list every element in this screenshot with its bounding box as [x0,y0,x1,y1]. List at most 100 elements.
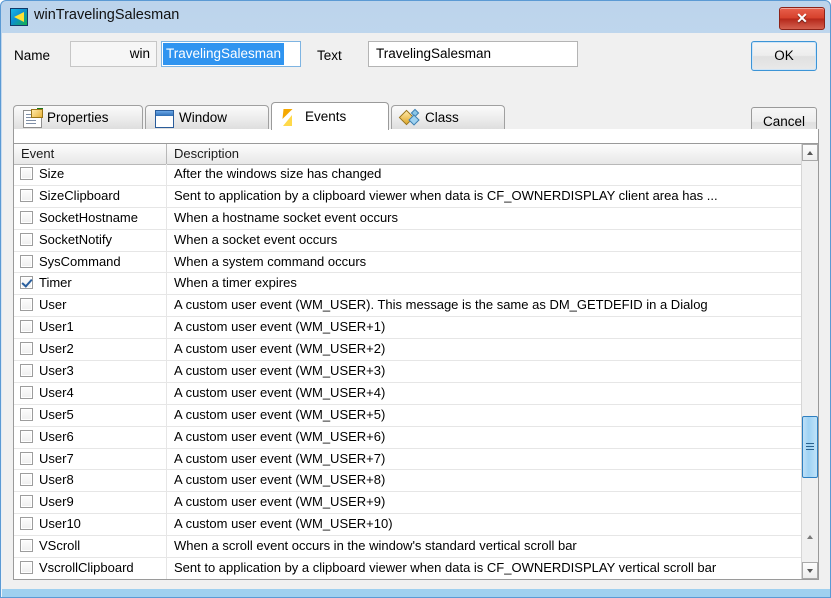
tab-events[interactable]: Events [271,102,389,130]
row-event-name: User7 [39,450,74,466]
row-event-name: User4 [39,384,74,400]
row-event-name: User2 [39,341,74,357]
table-row[interactable]: SizeClipboard Sent to application by a cl… [14,185,802,208]
table-row[interactable]: User9 A custom user event (WM_USER+9) [14,492,802,515]
row-description: A custom user event (WM_USER+3) [174,363,386,379]
row-description: A custom user event (WM_USER+8) [174,472,386,488]
row-checkbox[interactable] [20,210,33,224]
scroll-up-icon[interactable] [802,144,818,161]
table-row[interactable]: Size After the windows size has changed [14,164,802,186]
row-description: A custom user event (WM_USER+6) [174,428,386,444]
table-row[interactable]: SysCommand When a system command occurs [14,251,802,274]
window-icon [155,110,174,128]
window-title: winTravelingSalesman [34,7,180,23]
ok-button[interactable]: OK [751,41,817,71]
dialog-client-area: Name win TravelingSalesman Text Travelin… [2,33,830,590]
table-row[interactable]: User3 A custom user event (WM_USER+3) [14,361,802,383]
row-event-name: User5 [39,406,74,422]
table-row[interactable]: User10 A custom user event (WM_USER+10) [14,514,802,537]
row-event-name: Timer [39,275,72,291]
row-checkbox[interactable] [20,473,33,487]
scrollbar-thumb[interactable] [802,416,818,478]
row-description: After the windows size has changed [174,166,382,181]
row-description: Sent to application by a clipboard viewe… [174,560,717,576]
row-event-name: SocketNotify [39,231,112,247]
close-button[interactable]: ✕ [779,7,825,30]
name-input-selected-text: TravelingSalesman [163,43,285,65]
tab-window[interactable]: Window [145,105,269,129]
table-row[interactable]: User7 A custom user event (WM_USER+7) [14,448,802,471]
row-checkbox[interactable] [20,451,33,465]
scroll-down-icon[interactable] [802,562,818,579]
grid-vertical-scrollbar[interactable] [801,144,818,579]
row-description: A custom user event (WM_USER). This mess… [174,297,708,313]
row-checkbox[interactable] [20,561,33,575]
grid-header: Event Description [14,144,818,165]
row-event-name: User9 [39,494,74,510]
close-icon: ✕ [796,10,808,26]
row-checkbox[interactable] [20,298,33,312]
table-row[interactable]: VscrollClipboard Sent to application by a… [14,558,802,579]
table-row[interactable]: VScroll When a scroll event occurs in the… [14,536,802,559]
table-row[interactable]: User2 A custom user event (WM_USER+2) [14,339,802,362]
row-checkbox[interactable] [20,276,33,290]
tab-events-label: Events [305,109,347,124]
row-checkbox[interactable] [20,167,33,180]
tab-class-label: Class [425,110,459,125]
table-row[interactable]: User8 A custom user event (WM_USER+8) [14,470,802,493]
row-description: When a socket event occurs [174,231,338,247]
row-checkbox[interactable] [20,517,33,531]
app-arrow-icon [10,8,28,26]
tab-properties[interactable]: Properties [13,105,143,129]
name-label: Name [14,48,51,63]
row-description: Sent to application by a clipboard viewe… [174,187,718,203]
scroll-marker-icon [807,535,813,539]
row-checkbox[interactable] [20,539,33,553]
row-checkbox[interactable] [20,429,33,443]
name-input[interactable]: TravelingSalesman [161,41,301,67]
lightning-icon [281,109,298,126]
row-checkbox[interactable] [20,342,33,356]
table-row[interactable]: User4 A custom user event (WM_USER+4) [14,382,802,405]
text-input[interactable]: TravelingSalesman [368,41,578,67]
row-event-name: VscrollClipboard [39,560,134,576]
row-description: A custom user event (WM_USER+1) [174,319,386,335]
table-row[interactable]: User5 A custom user event (WM_USER+5) [14,404,802,427]
row-description: When a scroll event occurs in the window… [174,538,577,554]
window-bottom-strip [2,589,830,597]
row-checkbox[interactable] [20,407,33,421]
table-row[interactable]: SocketHostname When a hostname socket eve… [14,207,802,230]
events-grid: Event Description Size After the windows … [13,143,819,580]
table-row[interactable]: User6 A custom user event (WM_USER+6) [14,426,802,449]
row-checkbox[interactable] [20,385,33,399]
row-checkbox[interactable] [20,232,33,246]
tab-class[interactable]: Class [391,105,505,129]
row-checkbox[interactable] [20,364,33,378]
title-bar: winTravelingSalesman ✕ [1,1,830,33]
table-row[interactable]: User A custom user event (WM_USER). This … [14,295,802,318]
row-checkbox[interactable] [20,188,33,202]
row-event-name: Size [39,166,65,181]
row-checkbox[interactable] [20,320,33,334]
row-checkbox[interactable] [20,495,33,509]
row-event-name: VScroll [39,538,81,554]
properties-icon [23,108,43,128]
dialog-window: winTravelingSalesman ✕ Name win Travelin… [0,0,831,598]
row-description: When a system command occurs [174,253,367,269]
row-description: A custom user event (WM_USER+7) [174,450,386,466]
row-event-name: User [39,297,67,313]
table-row[interactable]: Timer When a timer expires [14,273,802,296]
row-description: A custom user event (WM_USER+10) [174,516,393,532]
row-event-name: SocketHostname [39,209,138,225]
row-event-name: User10 [39,516,81,532]
row-description: A custom user event (WM_USER+4) [174,384,386,400]
row-description: When a timer expires [174,275,297,291]
table-row[interactable]: SocketNotify When a socket event occurs [14,229,802,252]
text-label: Text [317,48,342,63]
column-header-event[interactable]: Event [21,146,54,161]
tab-strip: Properties Window Events Class [13,102,819,130]
row-checkbox[interactable] [20,254,33,268]
class-diamond-icon [401,108,420,126]
column-header-description[interactable]: Description [174,146,239,161]
table-row[interactable]: User1 A custom user event (WM_USER+1) [14,317,802,340]
